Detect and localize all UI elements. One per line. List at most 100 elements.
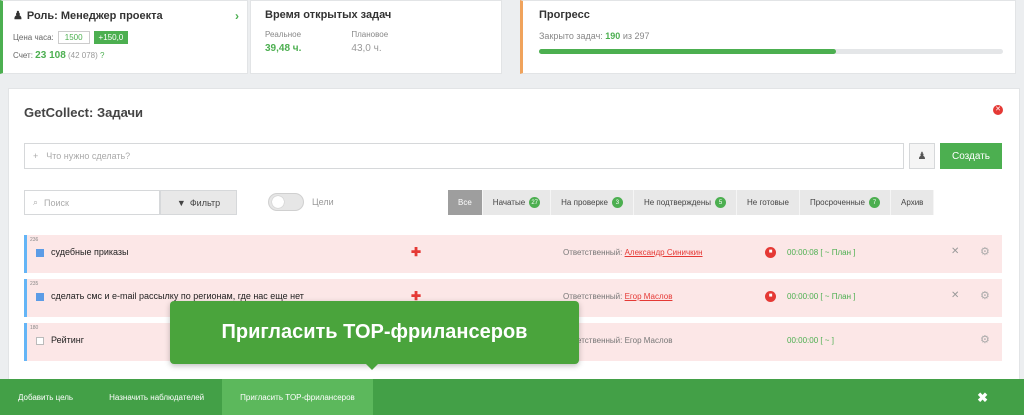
goals-toggle[interactable]: Цели: [268, 193, 334, 211]
user-icon: ♟: [13, 10, 23, 22]
task-timer: 00:00:08 [ ~ План ]: [787, 248, 856, 257]
time-card-title: Время открытых задач: [265, 9, 392, 21]
responsible-name[interactable]: Егор Маслов: [625, 292, 673, 301]
priority-icon: ✚: [411, 245, 422, 259]
bill-value: 23 108: [35, 50, 66, 61]
rate-row: Цена часа: 1500 +150,0: [13, 31, 237, 44]
add-goal-button[interactable]: Добавить цель: [0, 379, 91, 415]
invite-freelancers-tooltip: Пригласить TOP-фрилансеров: [170, 301, 579, 364]
total-value: 297: [634, 31, 650, 41]
invite-freelancers-button[interactable]: Пригласить TOP-фрилансеров: [222, 379, 373, 415]
task-responsible: Ответственный: Егор Маслов: [563, 336, 672, 345]
tab-label: Архив: [901, 198, 924, 207]
tab-label: На проверке: [561, 198, 608, 207]
tab-label: Просроченные: [809, 198, 865, 207]
closed-label: Закрыто задач:: [539, 31, 603, 41]
tab-badge: 7: [869, 197, 880, 208]
task-name[interactable]: судебные приказы: [51, 247, 129, 257]
close-icon[interactable]: ✕: [951, 290, 959, 301]
task-number: 236: [30, 237, 39, 243]
close-icon[interactable]: ✕: [951, 246, 959, 257]
tab-started[interactable]: Начатые 27: [482, 190, 552, 215]
real-time-value: 39,48 ч.: [265, 43, 302, 54]
tab-not-ready[interactable]: Не готовые: [737, 190, 800, 215]
search-input[interactable]: ⌕ Поиск: [24, 190, 160, 215]
tab-label: Начатые: [492, 198, 526, 207]
responsible-label: Ответственный:: [563, 248, 623, 257]
gear-icon[interactable]: ⚙: [980, 289, 990, 302]
bill-row: Счет: 23 108 (42 078) ?: [13, 50, 237, 61]
close-icon[interactable]: ✖: [977, 390, 988, 406]
role-expand-arrow-icon[interactable]: ›: [235, 9, 239, 23]
progress-summary: Закрыто задач: 190 из 297: [539, 31, 999, 41]
tab-label: Все: [458, 198, 472, 207]
close-icon[interactable]: ✕: [993, 105, 1003, 115]
task-responsible: Ответственный: Егор Маслов: [563, 292, 672, 301]
role-title: ♟ Роль: Менеджер проекта: [13, 9, 237, 23]
responsible-name[interactable]: Егор Маслов: [625, 336, 673, 345]
planned-time-value: 43,0 ч.: [351, 43, 382, 54]
task-row[interactable]: 236 судебные приказы ✚ Ответственный: Ал…: [24, 235, 1002, 273]
create-button[interactable]: Создать: [940, 143, 1002, 169]
bottom-action-bar: Добавить цель Назначить наблюдателей При…: [0, 379, 1024, 415]
task-checkbox[interactable]: [36, 337, 44, 345]
tab-archive[interactable]: Архив: [891, 190, 935, 215]
task-timer: 00:00:00 [ ~ ]: [787, 336, 834, 345]
task-checkbox[interactable]: [36, 249, 44, 257]
tab-unconfirmed[interactable]: Не подтверждены 5: [633, 190, 738, 215]
filter-button[interactable]: ▼ Фильтр: [160, 190, 237, 215]
rate-input[interactable]: 1500: [57, 31, 90, 44]
role-card: ♟ Роль: Менеджер проекта › Цена часа: 15…: [0, 0, 248, 74]
task-checkbox[interactable]: [36, 293, 44, 301]
gear-icon[interactable]: ⚙: [980, 245, 990, 258]
time-card: Время открытых задач Реальное 39,48 ч. П…: [250, 0, 502, 74]
planned-time-label: Плановое: [351, 30, 389, 39]
progress-bar: [539, 49, 1003, 54]
task-name[interactable]: Рейтинг: [51, 335, 84, 345]
stop-timer-icon[interactable]: ■: [765, 291, 776, 302]
bill-help-link[interactable]: ?: [100, 51, 104, 60]
progress-fill: [539, 49, 836, 54]
status-tabs: Все Начатые 27 На проверке 3 Не подтвержде…: [448, 190, 935, 215]
tab-overdue[interactable]: Просроченные 7: [799, 190, 891, 215]
tab-label: Не подтверждены: [643, 198, 712, 207]
of-label: из: [622, 31, 632, 41]
gear-icon[interactable]: ⚙: [980, 333, 990, 346]
new-task-placeholder: Что нужно сделать?: [46, 151, 131, 161]
plus-icon: +: [33, 151, 39, 161]
rate-label: Цена часа:: [13, 33, 54, 42]
filter-icon: ▼: [176, 197, 186, 208]
tab-all[interactable]: Все: [448, 190, 483, 215]
closed-value: 190: [605, 31, 621, 41]
bill-label: Счет:: [13, 51, 33, 60]
rate-extra-button[interactable]: +150,0: [93, 31, 129, 44]
tab-badge: 5: [715, 197, 727, 208]
tasks-title: GetCollect: Задачи: [24, 105, 144, 120]
tab-badge: 27: [529, 197, 541, 208]
responsible-name[interactable]: Александр Синичкин: [625, 248, 703, 257]
tab-label: Не готовые: [747, 198, 789, 207]
tooltip-arrow: [365, 363, 379, 370]
task-timer: 00:00:00 [ ~ План ]: [787, 292, 856, 301]
assign-user-button[interactable]: ♟: [909, 143, 935, 169]
task-number: 235: [30, 281, 39, 287]
real-time-label: Реальное: [265, 30, 302, 39]
toggle-switch[interactable]: [268, 193, 304, 211]
tasks-panel: GetCollect: Задачи ✕ + Что нужно сделать…: [8, 88, 1020, 415]
role-title-text: Роль: Менеджер проекта: [26, 9, 163, 22]
task-number: 180: [30, 325, 39, 331]
new-task-input[interactable]: + Что нужно сделать?: [24, 143, 904, 169]
responsible-label: Ответственный:: [563, 292, 623, 301]
goals-label: Цели: [312, 197, 334, 207]
stop-timer-icon[interactable]: ■: [765, 247, 776, 258]
assign-observers-button[interactable]: Назначить наблюдателей: [91, 379, 222, 415]
search-placeholder: Поиск: [44, 197, 69, 208]
tab-review[interactable]: На проверке 3: [551, 190, 634, 215]
bill-subvalue: (42 078): [68, 51, 98, 60]
user-icon: ♟: [917, 150, 927, 162]
tab-badge: 3: [611, 197, 623, 208]
task-responsible: Ответственный: Александр Синичкин: [563, 248, 703, 257]
progress-card: Прогресс Закрыто задач: 190 из 297: [520, 0, 1016, 74]
search-icon: ⌕: [33, 197, 39, 207]
task-name[interactable]: сделать смс и e-mail рассылку по региона…: [51, 291, 304, 301]
